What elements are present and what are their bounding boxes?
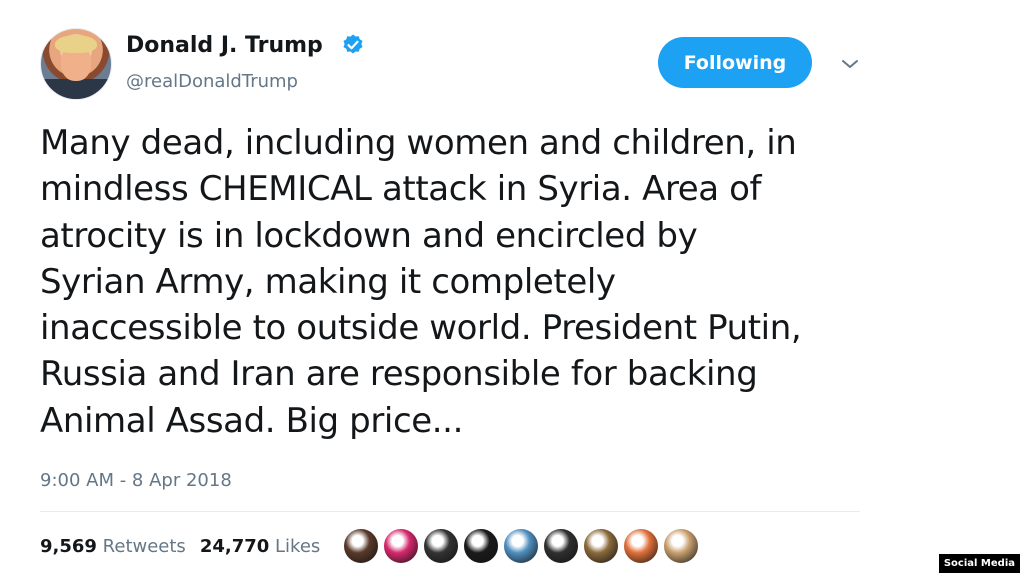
avatar-suit <box>41 79 111 99</box>
tweet-timestamp[interactable]: 9:00 AM - 8 Apr 2018 <box>40 470 232 491</box>
likes-label: Likes <box>275 536 321 557</box>
liker-avatar[interactable] <box>463 528 499 564</box>
author-name[interactable]: Donald J. Trump <box>126 33 323 58</box>
liker-avatar[interactable] <box>423 528 459 564</box>
author-handle[interactable]: @realDonaldTrump <box>126 71 298 92</box>
divider <box>40 511 860 512</box>
liker-avatar[interactable] <box>583 528 619 564</box>
retweets-label: Retweets <box>102 536 186 557</box>
liker-avatar[interactable] <box>543 528 579 564</box>
tweet-text-line: inaccessible to outside world. President… <box>40 308 802 349</box>
likes-stat[interactable]: 24,770 Likes <box>200 536 320 557</box>
tweet-text-line: atrocity is in lockdown and encircled by <box>40 215 698 256</box>
chevron-down-icon[interactable] <box>838 52 862 76</box>
tweet-text-line: Many dead, including women and children,… <box>40 123 797 163</box>
tweet-stats: 9,569 Retweets 24,770 Likes <box>40 536 320 557</box>
liker-avatar[interactable] <box>623 528 659 564</box>
following-button[interactable]: Following <box>658 37 812 88</box>
liker-avatar[interactable] <box>503 528 539 564</box>
likes-count: 24,770 <box>199 536 270 557</box>
source-badge: Social Media <box>938 554 1020 573</box>
liker-avatar[interactable] <box>343 528 379 564</box>
tweet-text: Many dead, including women and children,… <box>40 120 890 444</box>
retweets-count: 9,569 <box>40 536 97 557</box>
verified-badge-icon <box>343 34 363 54</box>
tweet-text-line: mindless CHEMICAL attack in Syria. Area … <box>40 169 762 210</box>
retweets-stat[interactable]: 9,569 Retweets <box>40 536 186 557</box>
liker-avatar[interactable] <box>383 528 419 564</box>
avatar-hair <box>55 35 97 53</box>
liker-avatar[interactable] <box>663 528 699 564</box>
tweet-text-line: Russia and Iran are responsible for back… <box>40 354 758 395</box>
tweet-text-line: Syrian Army, making it completely <box>40 261 616 302</box>
tweet-text-line: Animal Assad. Big price... <box>40 400 463 441</box>
liker-avatars <box>343 528 703 564</box>
avatar[interactable] <box>40 28 112 100</box>
